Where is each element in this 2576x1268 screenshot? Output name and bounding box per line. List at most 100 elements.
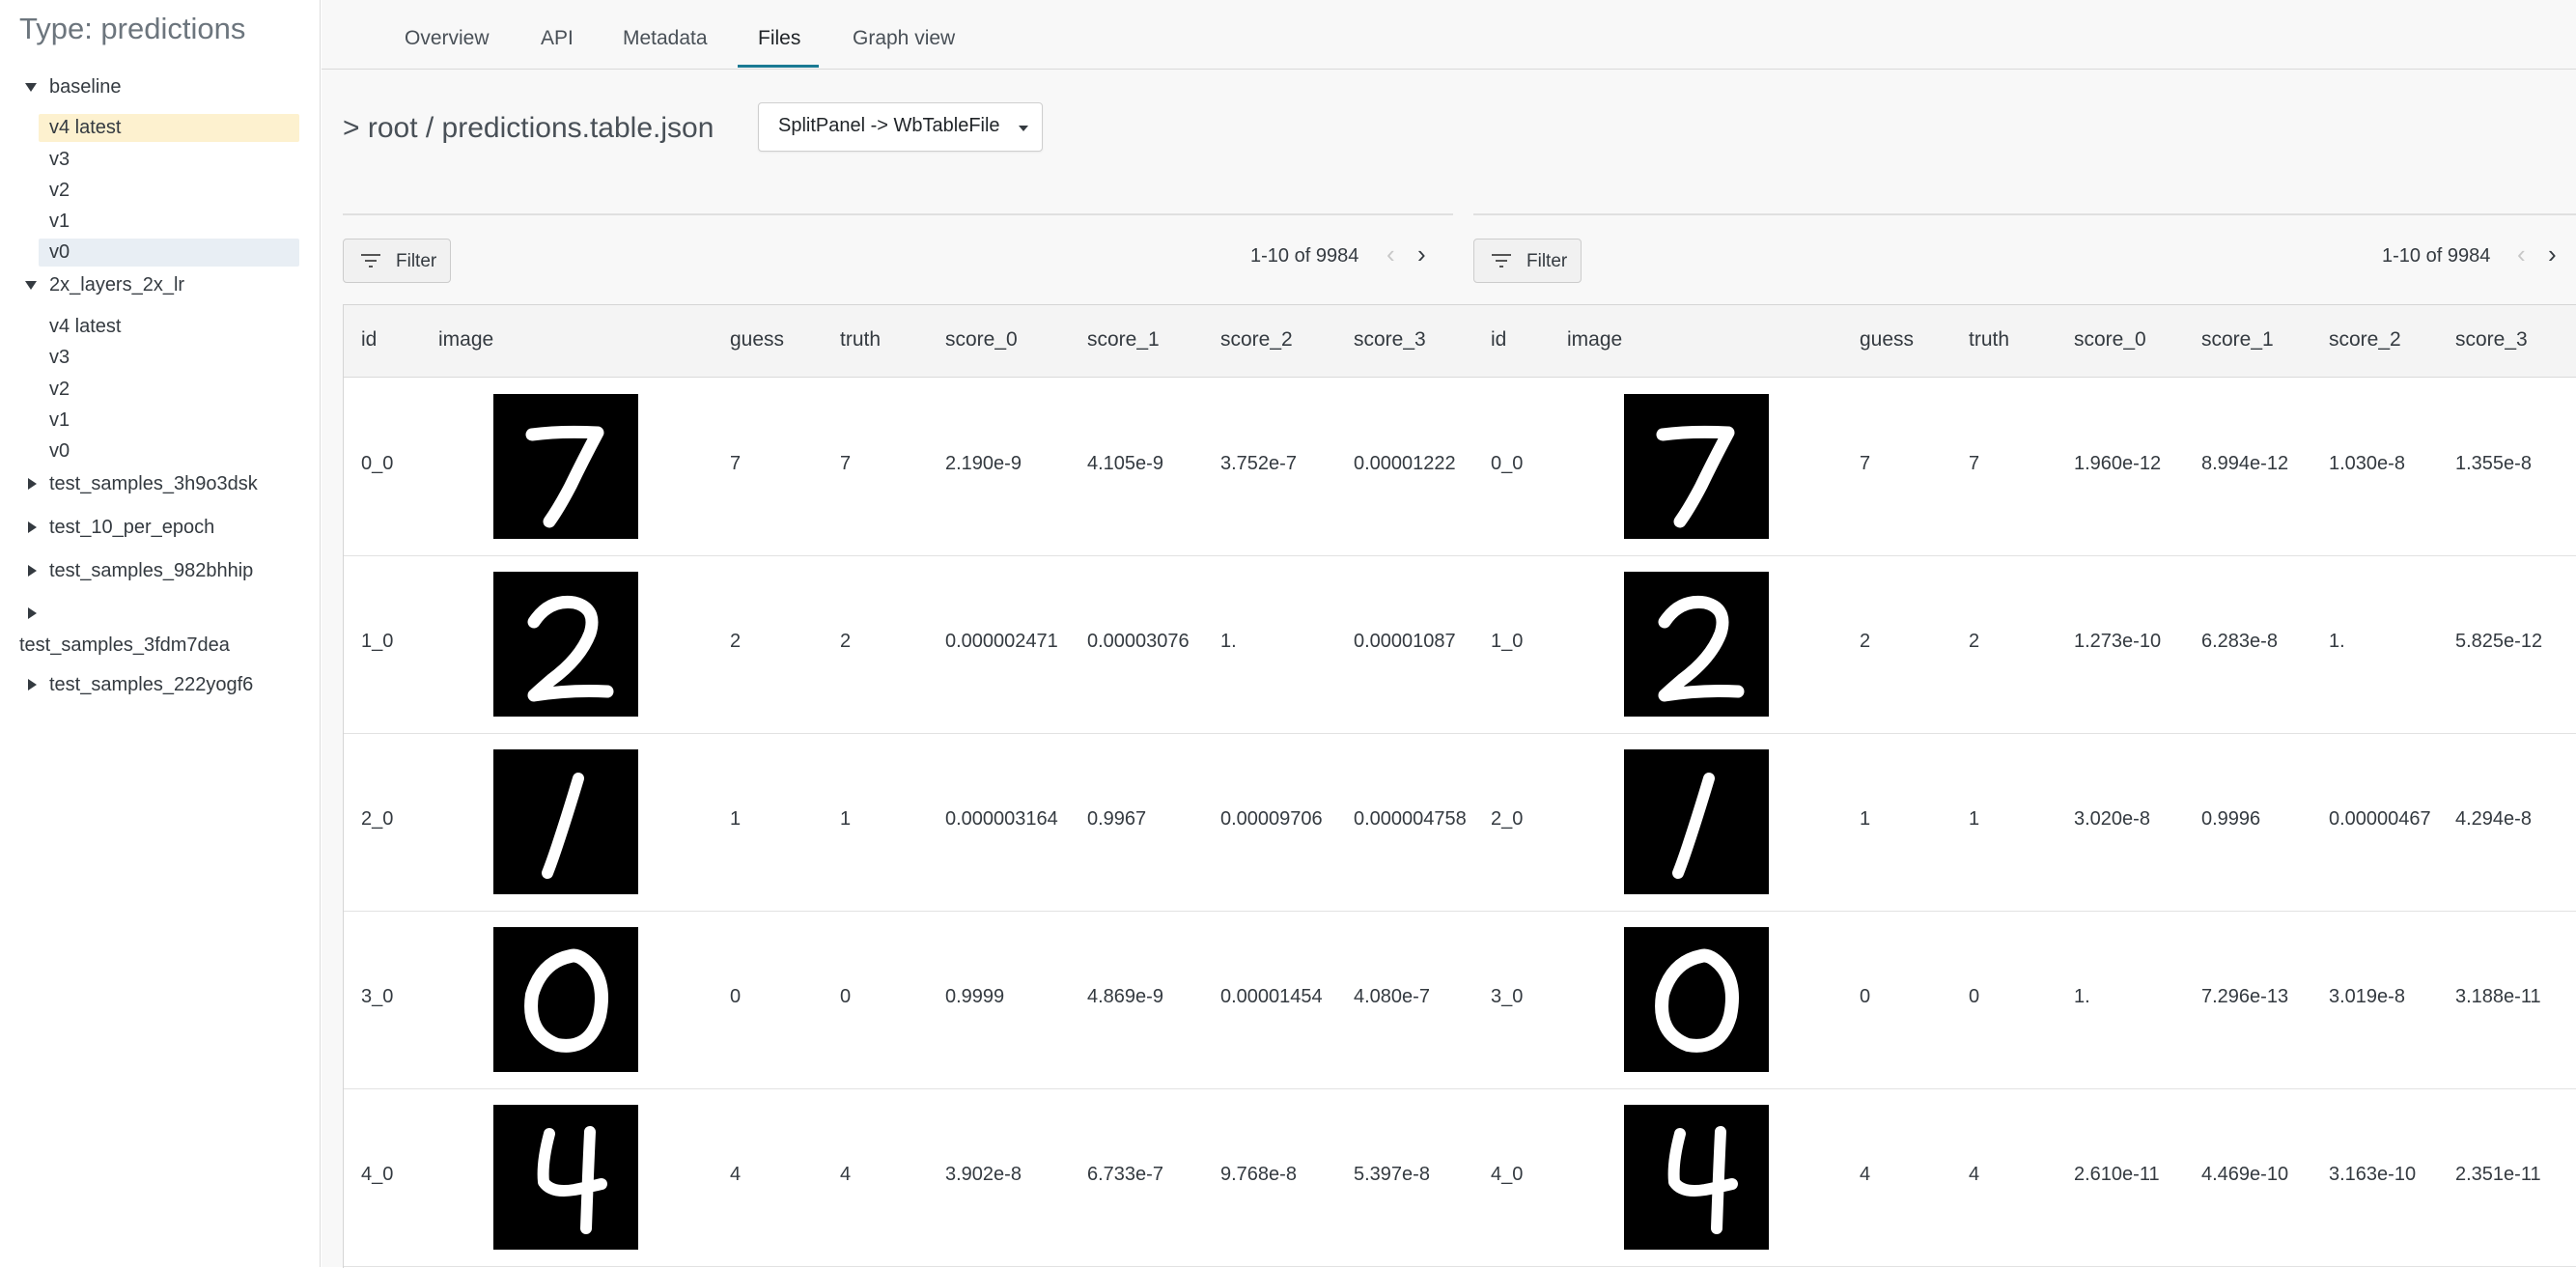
filter-button-left[interactable]: Filter	[343, 239, 451, 283]
cell-guess: 4	[1860, 1164, 1871, 1185]
column-header-guess[interactable]: guess	[730, 328, 784, 352]
cell-id: 4_0	[361, 1164, 394, 1185]
tab-graph-view[interactable]: Graph view	[853, 27, 955, 50]
mnist-digit-image[interactable]	[1624, 1105, 1769, 1250]
version-item-v0[interactable]: v0	[39, 437, 299, 465]
table-row[interactable]: 4_0 4 4 2.610e-11 4.469e-10 3.163e-10 2.351e-1…	[1473, 1088, 2576, 1267]
version-item-v3[interactable]: v3	[39, 344, 299, 372]
tab-files[interactable]: Files	[758, 27, 800, 50]
pagination-count-right: 1-10 of 9984	[2382, 245, 2491, 267]
cell-score-2: 1.	[1220, 631, 1237, 652]
table-row[interactable]: 0_0 7 7 1.960e-12 8.994e-12 1.030e-8 1.355e-8	[1473, 378, 2576, 556]
mnist-digit-image[interactable]	[493, 749, 638, 894]
mnist-digit-image[interactable]	[493, 927, 638, 1072]
column-header-guess[interactable]: guess	[1860, 328, 1914, 352]
chevron-left-icon[interactable]: ‹	[2517, 241, 2526, 267]
tab-overview[interactable]: Overview	[405, 27, 490, 50]
table-row[interactable]: 2_0 1 1 3.020e-8 0.9996 0.00000467 4.294e-8	[1473, 733, 2576, 912]
column-header-score-3[interactable]: score_3	[1354, 328, 1426, 352]
table-row[interactable]: 1_0 2 2 1.273e-10 6.283e-8 1. 5.825e-12	[1473, 555, 2576, 734]
cell-id: 0_0	[361, 453, 394, 474]
panel-type-value: SplitPanel -> WbTableFile	[778, 115, 1000, 136]
cell-truth: 2	[840, 631, 852, 652]
column-header-score-1[interactable]: score_1	[1087, 328, 1160, 352]
chevron-left-icon[interactable]: ‹	[1386, 241, 1395, 267]
mnist-digit-image[interactable]	[1624, 572, 1769, 717]
cell-guess: 7	[730, 453, 742, 474]
column-header-score-2[interactable]: score_2	[1220, 328, 1293, 352]
version-item-v1[interactable]: v1	[39, 208, 299, 236]
cell-score-3: 4.294e-8	[2455, 808, 2532, 830]
mnist-digit-image[interactable]	[1624, 927, 1769, 1072]
cell-score-0: 0.9999	[945, 986, 1005, 1007]
column-header-score-0[interactable]: score_0	[945, 328, 1018, 352]
caret-right-icon[interactable]	[28, 478, 37, 490]
cell-guess: 0	[1860, 986, 1871, 1007]
cell-score-2: 1.030e-8	[2329, 453, 2405, 474]
cell-id: 4_0	[1491, 1164, 1524, 1185]
pagination-count-left: 1-10 of 9984	[1250, 245, 1359, 267]
column-header-image[interactable]: image	[1567, 328, 1622, 352]
version-item-v4-latest[interactable]: v4 latest	[39, 114, 299, 142]
cell-truth: 1	[840, 808, 852, 830]
table-row[interactable]: 4_0 4 4 3.902e-8 6.733e-7 9.768e-8 5.397e-8	[344, 1088, 1474, 1267]
tree-group-label: test_samples_222yogf6	[49, 674, 254, 695]
table-row[interactable]: 2_0 1 1 0.000003164 0.9967 0.00009706 0.000004…	[344, 733, 1474, 912]
caret-down-icon[interactable]	[25, 83, 37, 92]
cell-truth: 7	[1969, 453, 1980, 474]
cell-score-3: 0.000004758	[1354, 808, 1467, 830]
cell-score-2: 0.00001454	[1220, 986, 1323, 1007]
mnist-digit-image[interactable]	[493, 394, 638, 539]
cell-score-0: 1.960e-12	[2074, 453, 2162, 474]
cell-id: 2_0	[1491, 808, 1524, 830]
chevron-right-icon[interactable]: ›	[1417, 241, 1426, 267]
version-item-v0[interactable]: v0	[39, 239, 299, 267]
cell-score-2: 9.768e-8	[1220, 1164, 1297, 1185]
cell-score-1: 4.105e-9	[1087, 453, 1163, 474]
cell-score-3: 5.825e-12	[2455, 631, 2543, 652]
tree-group-label: baseline	[49, 76, 122, 98]
column-header-image[interactable]: image	[438, 328, 493, 352]
version-item-v3[interactable]: v3	[39, 146, 299, 174]
caret-right-icon[interactable]	[28, 607, 37, 619]
table-row[interactable]: 0_0 7 7 2.190e-9 4.105e-9 3.752e-7 0.00001222	[344, 378, 1474, 556]
version-item-v2[interactable]: v2	[39, 177, 299, 205]
cell-id: 2_0	[361, 808, 394, 830]
cell-score-1: 0.9967	[1087, 808, 1147, 830]
caret-right-icon[interactable]	[28, 521, 37, 533]
column-header-score-2[interactable]: score_2	[2329, 328, 2401, 352]
version-item-v1[interactable]: v1	[39, 407, 299, 435]
cell-id: 3_0	[1491, 986, 1524, 1007]
table-row[interactable]: 3_0 0 0 1. 7.296e-13 3.019e-8 3.188e-11	[1473, 911, 2576, 1089]
version-item-v4-latest[interactable]: v4 latest	[39, 313, 299, 341]
tree-group-label[interactable]: test_samples_3fdm7dea	[19, 633, 230, 658]
active-tab-indicator	[738, 65, 819, 68]
cell-score-1: 6.283e-8	[2201, 631, 2278, 652]
panel-type-select[interactable]: SplitPanel -> WbTableFile	[758, 102, 1043, 152]
table-row[interactable]: 1_0 2 2 0.000002471 0.00003076 1. 0.00001087	[344, 555, 1474, 734]
column-header-truth[interactable]: truth	[1969, 328, 2009, 352]
column-header-id[interactable]: id	[1491, 328, 1506, 352]
column-header-truth[interactable]: truth	[840, 328, 881, 352]
tab-api[interactable]: API	[541, 27, 574, 50]
cell-truth: 0	[840, 986, 852, 1007]
tab-metadata[interactable]: Metadata	[623, 27, 708, 50]
version-item-v2[interactable]: v2	[39, 376, 299, 404]
cell-guess: 1	[1860, 808, 1871, 830]
chevron-right-icon[interactable]: ›	[2548, 241, 2557, 267]
column-header-score-0[interactable]: score_0	[2074, 328, 2146, 352]
column-header-score-3[interactable]: score_3	[2455, 328, 2528, 352]
caret-down-icon[interactable]	[25, 281, 37, 290]
filter-button-right[interactable]: Filter	[1473, 239, 1582, 283]
caret-right-icon[interactable]	[28, 565, 37, 577]
mnist-digit-image[interactable]	[1624, 394, 1769, 539]
caret-right-icon[interactable]	[28, 679, 37, 690]
table-row[interactable]: 3_0 0 0 0.9999 4.869e-9 0.00001454 4.080e-7	[344, 911, 1474, 1089]
cell-id: 1_0	[361, 631, 394, 652]
mnist-digit-image[interactable]	[493, 1105, 638, 1250]
cell-score-2: 0.00009706	[1220, 808, 1323, 830]
column-header-score-1[interactable]: score_1	[2201, 328, 2274, 352]
mnist-digit-image[interactable]	[493, 572, 638, 717]
column-header-id[interactable]: id	[361, 328, 377, 352]
mnist-digit-image[interactable]	[1624, 749, 1769, 894]
